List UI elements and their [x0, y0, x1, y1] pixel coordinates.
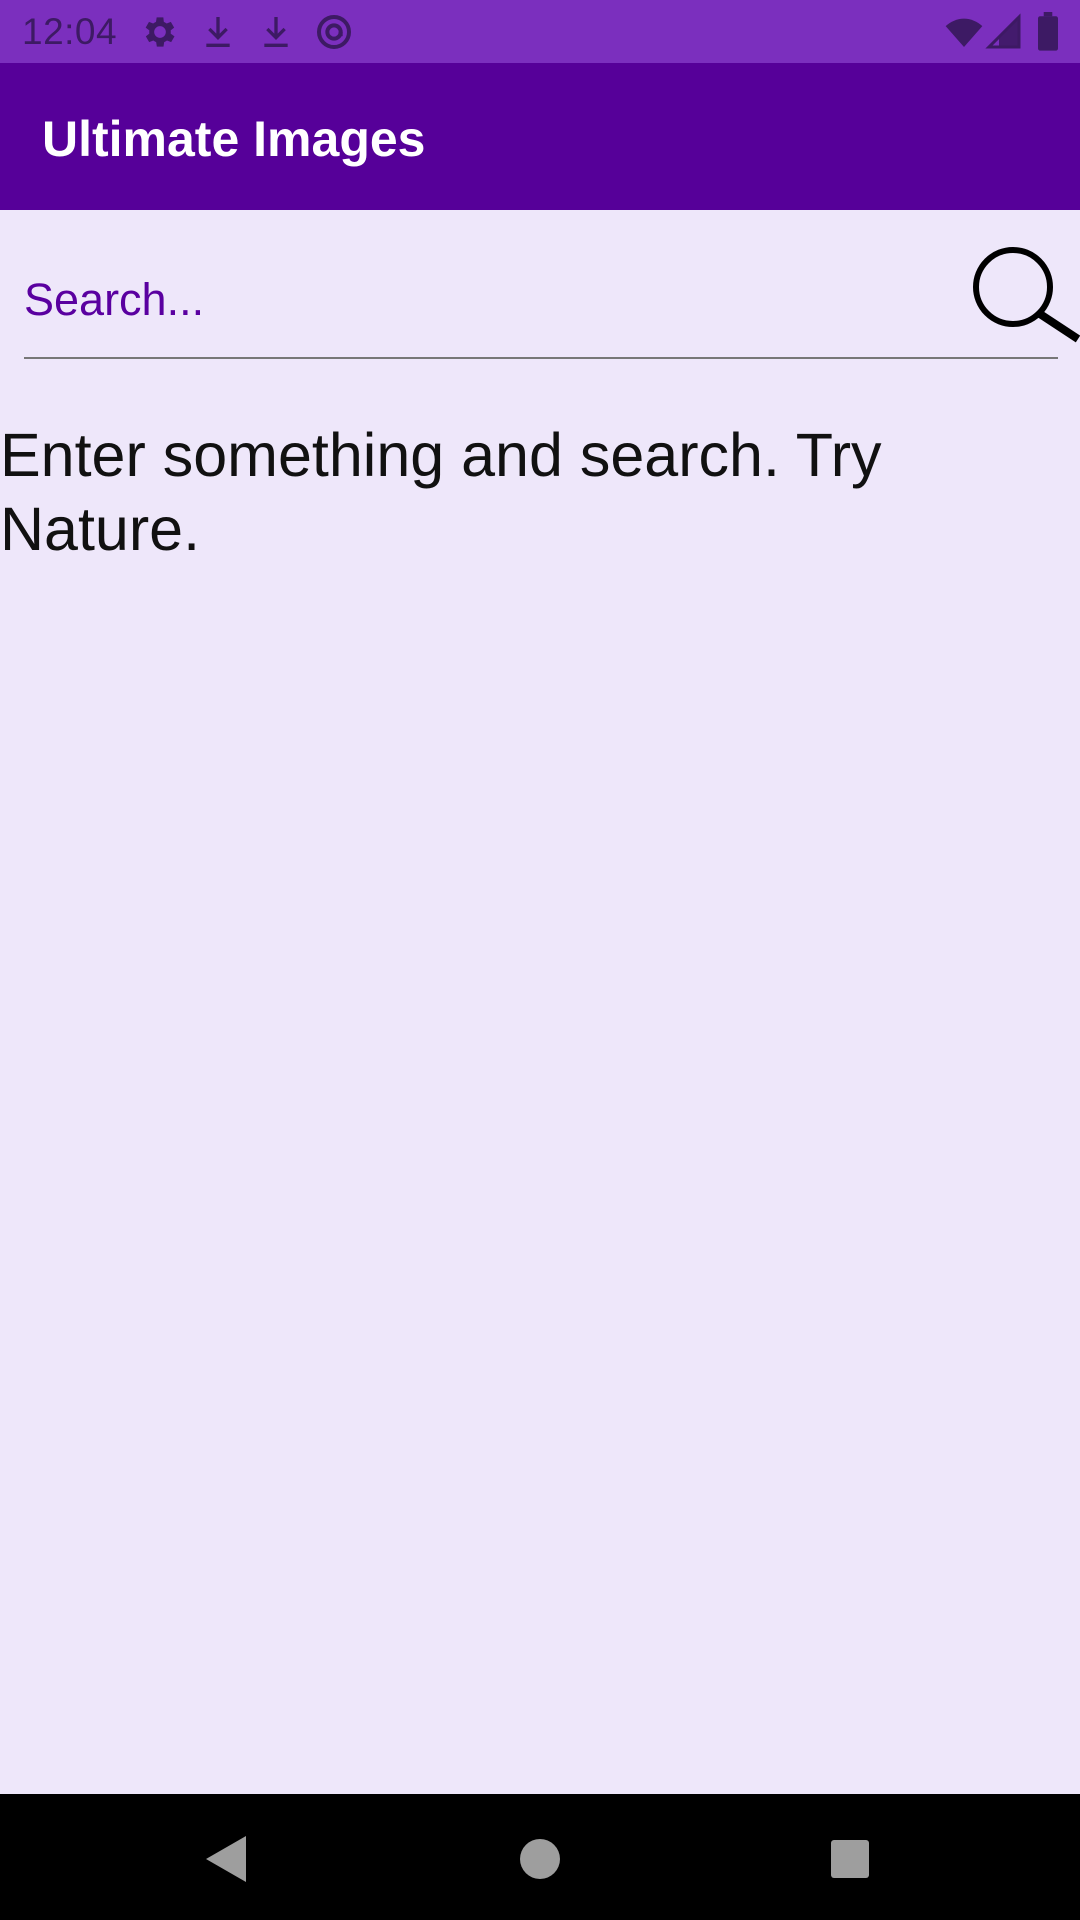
- wifi-icon: [944, 12, 984, 52]
- cell-signal-icon: [984, 12, 1024, 52]
- back-icon: [190, 1824, 260, 1894]
- download-icon: [256, 12, 296, 52]
- download-icon: [198, 12, 238, 52]
- recents-button[interactable]: [815, 1824, 885, 1894]
- recents-icon: [815, 1824, 885, 1894]
- home-icon: [505, 1824, 575, 1894]
- search-button[interactable]: [964, 240, 1080, 350]
- search-input[interactable]: [24, 270, 924, 330]
- navigation-bar: [0, 1794, 1080, 1920]
- search-icon: [964, 240, 1080, 350]
- battery-icon: [1030, 12, 1066, 52]
- at-sign-icon: [314, 12, 354, 52]
- status-time: 12:04: [22, 11, 118, 52]
- empty-state-hint: Enter something and search. Try Nature.: [0, 421, 882, 563]
- search-row: [24, 240, 1080, 360]
- status-bar: 12:04: [0, 0, 1080, 63]
- app-title: Ultimate Images: [42, 111, 426, 167]
- app-bar: Ultimate Images: [0, 63, 1080, 210]
- back-button[interactable]: [190, 1824, 260, 1894]
- home-button[interactable]: [505, 1824, 575, 1894]
- gear-icon: [140, 12, 180, 52]
- search-underline: [24, 357, 1058, 359]
